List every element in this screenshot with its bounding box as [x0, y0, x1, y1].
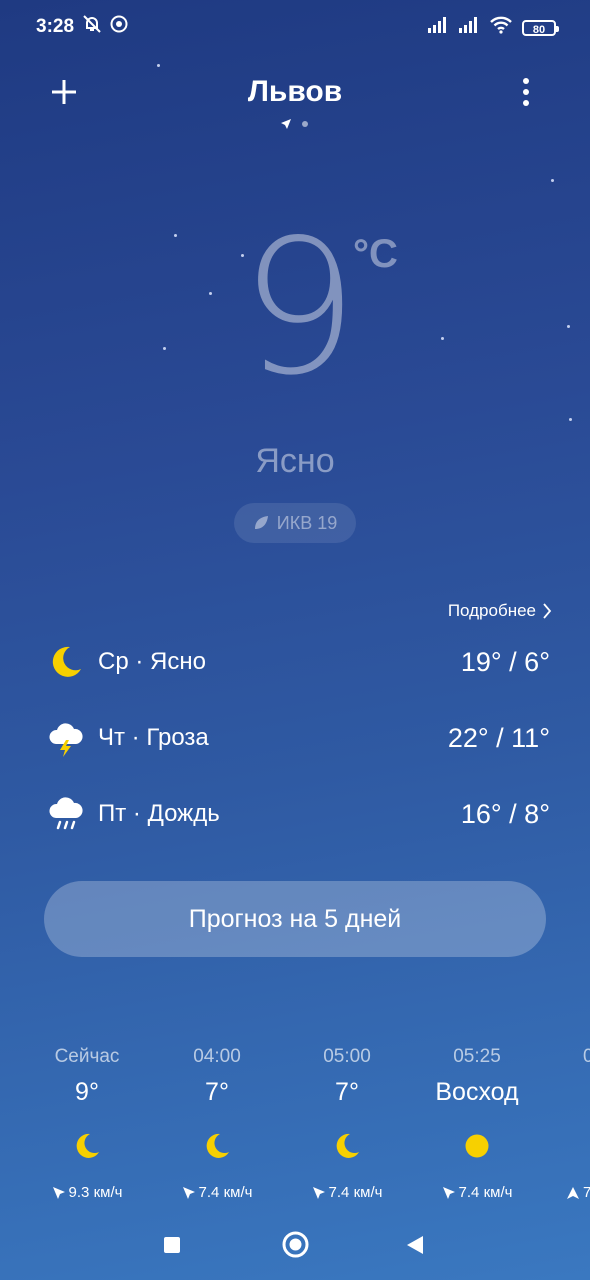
star [163, 347, 166, 350]
day-temp-range: 22° / 11° [447, 722, 550, 753]
signal-icon [458, 17, 480, 38]
hour-temp: 9° [75, 1078, 99, 1106]
hour-wind: 7.4 км/ч [412, 1184, 542, 1201]
rain-icon [46, 794, 86, 834]
hour-time: 0 [583, 1046, 590, 1067]
more-options-button[interactable] [516, 76, 536, 108]
daily-forecast-row[interactable]: Ср · Ясно 19° / 6° [46, 637, 550, 687]
star [569, 418, 572, 421]
notifications-off-icon [82, 14, 102, 39]
moon-icon [46, 642, 86, 682]
record-icon [110, 15, 128, 38]
moon-icon [22, 1130, 152, 1162]
hourly-item: 05:25 Восход 7.4 км/ч [412, 1046, 542, 1201]
thunderstorm-icon [46, 718, 86, 758]
status-bar: 3:28 80 [0, 0, 590, 54]
page-dot [302, 121, 308, 127]
star [209, 292, 212, 295]
details-label: Подробнее [447, 601, 536, 620]
hour-wind: 9.3 км/ч [22, 1184, 152, 1201]
star [441, 337, 444, 340]
temperature-unit: °C [353, 232, 398, 276]
page-indicators [280, 118, 308, 130]
wind-direction-icon [52, 1186, 65, 1199]
wind-direction-icon [182, 1186, 195, 1199]
hourly-item: Сейчас 9° 9.3 км/ч [22, 1046, 152, 1201]
wifi-icon [489, 16, 513, 39]
hour-wind-speed: 7.4 км/ч [458, 1184, 513, 1201]
signal-icon [427, 17, 449, 38]
back-button[interactable] [406, 1235, 424, 1260]
status-time: 3:28 [36, 16, 75, 37]
moon-icon [282, 1130, 412, 1162]
day-label: Пт · Дождь [98, 800, 220, 827]
hour-time: 04:00 [193, 1046, 241, 1067]
chevron-right-icon [543, 603, 552, 619]
recents-button[interactable] [163, 1236, 181, 1259]
star [174, 234, 177, 237]
details-link[interactable]: Подробнее [448, 601, 552, 621]
wind-direction-icon [442, 1186, 455, 1199]
hour-wind-speed: 9.3 км/ч [68, 1184, 123, 1201]
daily-forecast-row[interactable]: Чт · Гроза 22° / 11° [46, 713, 550, 763]
triangle-back-icon [407, 1236, 423, 1254]
current-temperature: 9 [240, 199, 359, 416]
home-button[interactable] [282, 1231, 309, 1263]
hour-wind: 7 [542, 1184, 590, 1201]
leaf-icon [254, 516, 268, 529]
hour-wind-speed: 7.4 км/ч [198, 1184, 253, 1201]
hour-wind-speed: 7.4 км/ч [328, 1184, 383, 1201]
star [157, 64, 160, 67]
hour-temp: Восход [435, 1078, 519, 1106]
hour-temp [542, 1078, 590, 1108]
hour-time: 05:00 [323, 1046, 371, 1067]
day-label: Ср · Ясно [98, 648, 206, 675]
wind-direction-icon [567, 1186, 579, 1199]
status-icons-left [82, 14, 128, 39]
wind-direction-icon [312, 1186, 325, 1199]
hour-wind: 7.4 км/ч [282, 1184, 412, 1201]
current-condition: Ясно [255, 442, 335, 480]
daily-forecast-row[interactable]: Пт · Дождь 16° / 8° [46, 789, 550, 839]
system-navigation-bar [0, 1222, 590, 1266]
status-icons-right: 80 [427, 16, 559, 39]
five-day-forecast-button[interactable]: Прогноз на 5 дней [44, 881, 546, 957]
circle-icon [282, 1231, 309, 1258]
hourly-item: 04:00 7° 7.4 км/ч [152, 1046, 282, 1201]
hour-temp: 7° [205, 1078, 229, 1106]
hour-icon-placeholder [542, 1130, 590, 1162]
location-arrow-icon [281, 119, 291, 129]
sun-icon [412, 1130, 542, 1162]
day-temp-range: 19° / 6° [460, 646, 550, 677]
day-temp-range: 16° / 8° [460, 798, 550, 829]
more-vert-icon [523, 78, 529, 106]
hourly-item: 0 7 [542, 1046, 590, 1201]
aqi-label: ИКВ 19 [276, 512, 338, 533]
battery-icon: 80 [522, 19, 559, 36]
moon-icon [152, 1130, 282, 1162]
hour-wind: 7.4 км/ч [152, 1184, 282, 1201]
hourly-forecast[interactable]: Сейчас 9° 9.3 км/ч 04:00 7° 7.4 км/ч 05:… [0, 1046, 590, 1206]
square-icon [164, 1237, 180, 1253]
city-title: Львов [247, 75, 343, 108]
hour-wind-speed: 7 [583, 1184, 590, 1201]
hour-temp: 7° [335, 1078, 359, 1106]
aqi-badge[interactable]: ИКВ 19 [234, 503, 356, 543]
hour-time: Сейчас [54, 1046, 120, 1067]
hourly-item: 05:00 7° 7.4 км/ч [282, 1046, 412, 1201]
hour-time: 05:25 [453, 1046, 501, 1067]
star [567, 325, 570, 328]
star [551, 179, 554, 182]
day-label: Чт · Гроза [98, 724, 209, 751]
